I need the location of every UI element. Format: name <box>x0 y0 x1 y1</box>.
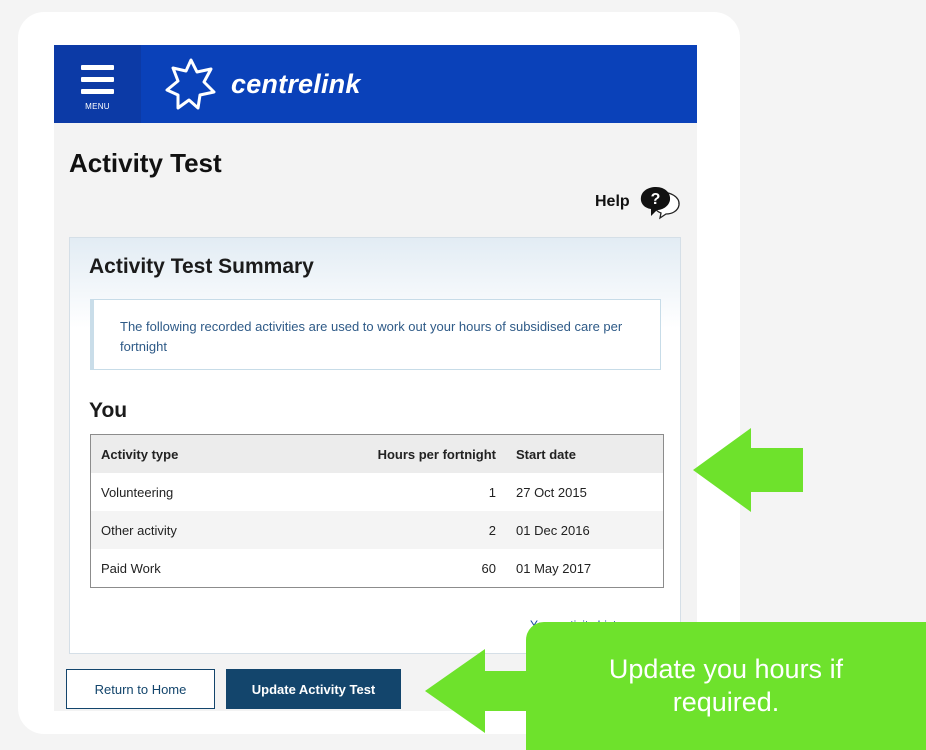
green-arrow-left-icon <box>425 649 529 733</box>
cell-activity: Paid Work <box>90 549 321 588</box>
update-activity-test-button[interactable]: Update Activity Test <box>226 669 401 709</box>
cell-activity: Other activity <box>90 511 321 549</box>
activity-table: Activity type Hours per fortnight Start … <box>90 434 664 588</box>
app-frame: MENU centrelink Activity Test Help ? Act… <box>54 45 697 711</box>
cell-start-date: 01 May 2017 <box>516 549 664 588</box>
hamburger-icon-bar <box>81 77 114 82</box>
table-row: Paid Work 60 01 May 2017 <box>90 549 664 588</box>
page-title: Activity Test <box>69 148 222 178</box>
info-text: The following recorded activities are us… <box>120 319 623 354</box>
cell-start-date: 27 Oct 2015 <box>516 473 664 511</box>
return-to-home-button[interactable]: Return to Home <box>66 669 215 709</box>
summary-title: Activity Test Summary <box>89 255 314 278</box>
cell-hours: 60 <box>321 549 516 588</box>
table-header-row: Activity type Hours per fortnight Start … <box>90 434 664 473</box>
cell-activity: Volunteering <box>90 473 321 511</box>
info-box: The following recorded activities are us… <box>90 299 661 370</box>
menu-button[interactable]: MENU <box>54 45 141 123</box>
svg-text:?: ? <box>651 191 661 208</box>
help-label: Help <box>595 193 630 210</box>
green-arrow-left-icon <box>693 428 803 512</box>
hamburger-icon-bar <box>81 89 114 94</box>
column-header-hours: Hours per fortnight <box>321 434 516 473</box>
cell-hours: 1 <box>321 473 516 511</box>
brand-name[interactable]: centrelink <box>231 69 361 100</box>
menu-label: MENU <box>85 102 110 111</box>
table-row: Other activity 2 01 Dec 2016 <box>90 511 664 549</box>
activity-summary-panel: Activity Test Summary The following reco… <box>69 237 681 654</box>
help-button[interactable]: Help ? <box>595 185 685 221</box>
table-row: Volunteering 1 27 Oct 2015 <box>90 473 664 511</box>
you-heading: You <box>89 399 128 422</box>
cell-hours: 2 <box>321 511 516 549</box>
cell-start-date: 01 Dec 2016 <box>516 511 664 549</box>
centrelink-star-logo-icon <box>165 58 216 110</box>
top-bar: MENU centrelink <box>54 45 697 123</box>
help-speech-bubble-icon: ? <box>640 187 680 220</box>
annotation-callout: Update you hours if required. <box>526 622 926 750</box>
column-header-start-date: Start date <box>516 434 664 473</box>
hamburger-icon <box>81 65 114 70</box>
column-header-activity-type: Activity type <box>90 434 321 473</box>
callout-text: Update you hours if required. <box>608 654 844 717</box>
